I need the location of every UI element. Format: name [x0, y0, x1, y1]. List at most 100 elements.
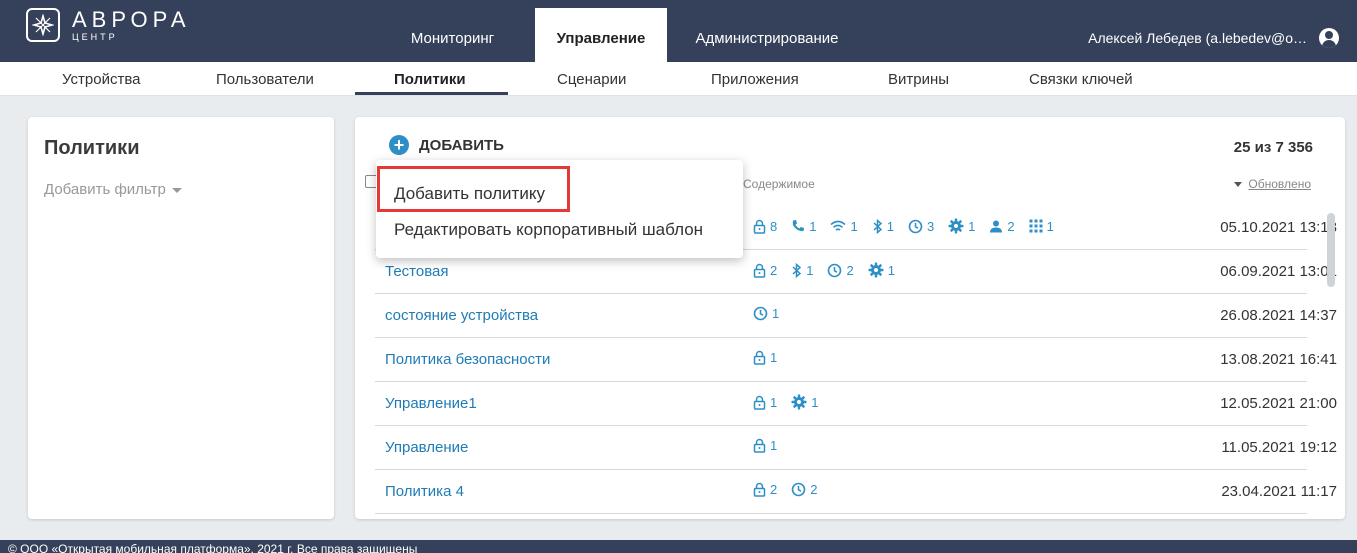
subtab-users[interactable]: Пользователи	[216, 71, 314, 88]
policy-content-icons: 1	[753, 438, 791, 453]
user-name: Алексей Лебедев (a.lebedev@o…	[1088, 30, 1307, 46]
icon-count: 3	[926, 218, 935, 234]
icon-count: 1	[772, 306, 780, 321]
user-menu[interactable]: Алексей Лебедев (a.lebedev@o…	[1088, 28, 1339, 48]
icon-count: 1	[811, 394, 819, 410]
icon-count: 1	[806, 262, 814, 278]
table-row[interactable]: Управление1 1 1 12.05.2021 21:00	[375, 382, 1337, 426]
page-title: Политики	[44, 137, 140, 159]
add-filter-label: Добавить фильтр	[44, 181, 166, 198]
table-row[interactable]: Управление 1 11.05.2021 19:12	[375, 426, 1337, 470]
filter-panel: Политики Добавить фильтр	[28, 117, 334, 519]
policy-name[interactable]: Тестовая	[385, 263, 448, 280]
clock-icon: 1	[753, 306, 779, 321]
add-button-label: ДОБАВИТЬ	[419, 136, 504, 154]
policy-content-icons: 11	[753, 394, 832, 410]
wifi-icon: 1	[830, 218, 858, 234]
policy-updated-date: 05.10.2021 13:13	[1220, 219, 1337, 236]
column-header-updated-label: Обновлено	[1248, 177, 1311, 191]
apps-icon: 1	[1029, 219, 1054, 234]
highlight-box	[377, 166, 570, 212]
policy-name[interactable]: Управление1	[385, 395, 477, 412]
icon-count: 1	[770, 394, 778, 410]
tab-management[interactable]: Управление	[535, 8, 667, 70]
column-header-updated[interactable]: Обновлено	[1234, 177, 1311, 191]
lock-icon: 1	[753, 350, 777, 365]
table-row[interactable]: Политика безопасности 1 13.08.2021 16:41	[375, 338, 1337, 382]
results-count: 25 из 7 356	[1233, 139, 1313, 156]
lock-icon: 1	[753, 395, 777, 410]
policy-updated-date: 13.08.2021 16:41	[1220, 351, 1337, 368]
tab-monitoring[interactable]: Мониторинг	[370, 8, 535, 70]
aurora-logo-icon	[26, 8, 60, 42]
icon-count: 1	[886, 218, 894, 234]
table-row[interactable]: Политика 4 2 2 23.04.2021 11:17	[375, 470, 1337, 514]
clock-icon: 2	[827, 262, 854, 278]
add-filter-dropdown[interactable]: Добавить фильтр	[44, 181, 182, 198]
policy-name[interactable]: Политика 4	[385, 483, 464, 500]
menu-item-edit-corporate-template[interactable]: Редактировать корпоративный шаблон	[394, 220, 703, 240]
lock-icon: 1	[753, 438, 777, 453]
lock-icon: 2	[753, 263, 777, 278]
icon-count: 1	[770, 438, 778, 453]
policy-name[interactable]: Управление	[385, 439, 468, 456]
icon-count: 1	[887, 262, 895, 278]
sub-nav: Устройства Пользователи Политики Сценари…	[0, 62, 1357, 96]
chevron-down-icon	[171, 187, 182, 193]
account-circle-icon[interactable]	[1319, 28, 1339, 48]
gear-icon: 1	[948, 218, 975, 234]
subtab-scenarios[interactable]: Сценарии	[557, 71, 626, 88]
policy-updated-date: 12.05.2021 21:00	[1220, 395, 1337, 412]
icon-count: 2	[770, 482, 778, 497]
policy-content-icons: 2 1 2 1	[753, 262, 909, 278]
subtab-devices[interactable]: Устройства	[62, 71, 140, 88]
user-icon: 2	[989, 218, 1015, 234]
gear-icon: 1	[791, 394, 818, 410]
active-subtab-indicator	[355, 92, 508, 95]
policy-name[interactable]: Политика безопасности	[385, 351, 550, 368]
icon-count: 1	[1046, 218, 1054, 234]
icon-count: 2	[770, 262, 778, 278]
icon-count: 8	[770, 218, 778, 234]
table-row[interactable]: состояние устройства 1 26.08.2021 14:37	[375, 294, 1337, 338]
subtab-applications[interactable]: Приложения	[711, 71, 799, 88]
icon-count: 1	[968, 218, 976, 234]
policy-updated-date: 26.08.2021 14:37	[1220, 307, 1337, 324]
icon-count: 2	[1007, 218, 1015, 234]
policy-content-icons: 1	[753, 306, 793, 321]
subtab-policies[interactable]: Политики	[394, 71, 466, 88]
icon-count: 1	[770, 350, 778, 365]
policy-content-icons: 22	[753, 482, 831, 497]
policy-content-icons: 8 1 1 1 3 1 2 1	[753, 218, 1068, 234]
plus-circle-icon: +	[389, 135, 409, 155]
gear-icon: 1	[868, 262, 895, 278]
icon-count: 2	[846, 262, 854, 278]
brand-name: АВРОРА	[72, 6, 191, 32]
add-button[interactable]: + ДОБАВИТЬ	[389, 135, 504, 155]
policy-updated-date: 23.04.2021 11:17	[1221, 483, 1337, 500]
lock-icon: 2	[753, 482, 777, 497]
subtab-keychains[interactable]: Связки ключей	[1029, 71, 1133, 88]
icon-count: 1	[850, 218, 858, 234]
bluetooth-icon: 1	[872, 218, 894, 234]
footer: © ООО «Открытая мобильная платформа», 20…	[0, 540, 1357, 553]
logo[interactable]: АВРОРА ЦЕНТР	[26, 8, 191, 42]
column-header-content: Содержимое	[743, 177, 815, 191]
policy-content-icons: 1	[753, 350, 791, 365]
lock-icon: 8	[753, 219, 777, 234]
subtab-showcases[interactable]: Витрины	[888, 71, 949, 88]
policy-name[interactable]: состояние устройства	[385, 307, 538, 324]
top-bar: АВРОРА ЦЕНТР Мониторинг Управление Админ…	[0, 0, 1357, 70]
main-nav: Мониторинг Управление Администрирование	[370, 8, 867, 70]
clock-icon: 3	[908, 219, 934, 234]
policy-updated-date: 11.05.2021 19:12	[1221, 439, 1337, 456]
phone-icon: 1	[791, 219, 816, 234]
brand-sub: ЦЕНТР	[72, 31, 118, 42]
policy-updated-date: 06.09.2021 13:01	[1220, 263, 1337, 280]
scrollbar[interactable]	[1327, 213, 1335, 287]
tab-administration[interactable]: Администрирование	[667, 8, 867, 70]
footer-copyright: © ООО «Открытая мобильная платформа», 20…	[8, 542, 418, 553]
icon-count: 1	[809, 218, 817, 234]
clock-icon: 2	[791, 482, 817, 497]
sort-desc-icon	[1234, 182, 1243, 188]
